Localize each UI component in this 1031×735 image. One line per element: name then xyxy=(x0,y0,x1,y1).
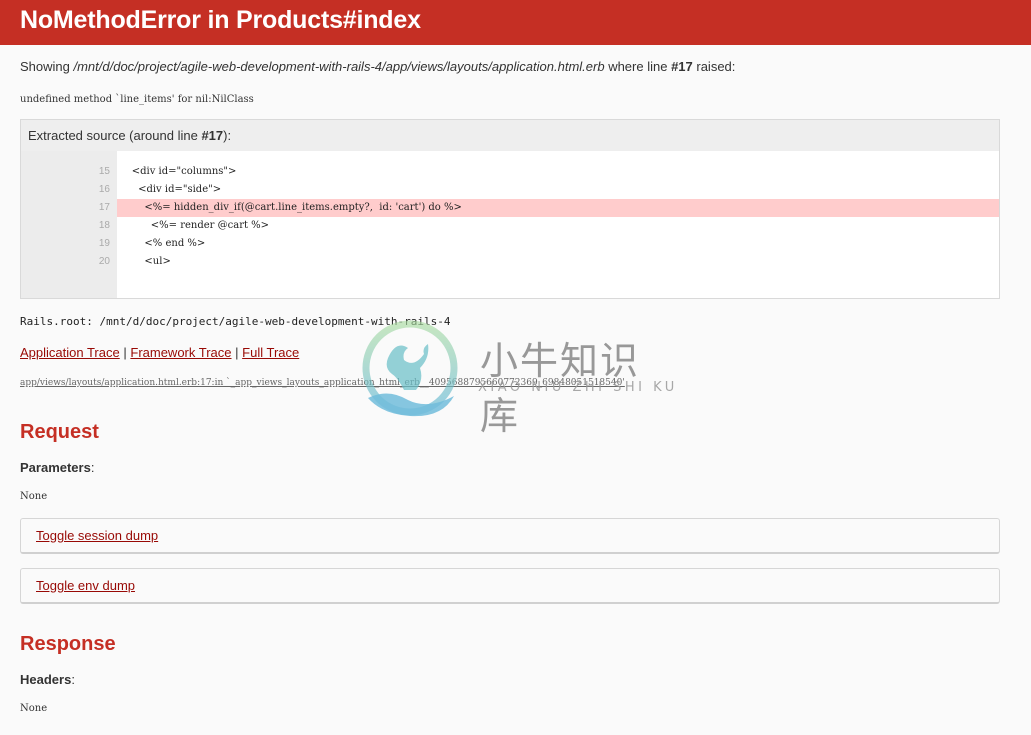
trace-links: Application Trace | Framework Trace | Fu… xyxy=(20,345,1011,361)
headers-label: Headers: xyxy=(20,672,75,687)
template-path: /mnt/d/doc/project/agile-web-development… xyxy=(73,59,605,74)
line-number: 18 xyxy=(98,220,110,231)
response-heading: Response xyxy=(20,633,116,655)
extracted-source-header: Extracted source (around line #17): xyxy=(21,120,999,151)
parameters-value: None xyxy=(20,491,48,502)
trace-separator: | xyxy=(235,345,239,360)
extracted-source: Extracted source (around line #17): 15 1… xyxy=(20,119,1000,299)
line-numbers: 15 16 17 18 19 20 xyxy=(21,151,117,298)
trace-list: app/views/layouts/application.html.erb:1… xyxy=(20,374,1011,390)
source-code: <div id="columns"> <div id="side"> <%= h… xyxy=(117,151,999,298)
showing-middle: where line xyxy=(604,59,672,74)
source-header-line: #17 xyxy=(201,128,224,143)
request-heading: Request xyxy=(20,421,99,443)
error-message: undefined method `line_items' for nil:Ni… xyxy=(20,94,254,105)
line-number: 19 xyxy=(98,238,110,249)
line-number: 20 xyxy=(98,256,110,267)
code-line: <div id="side"> xyxy=(119,184,222,195)
session-dump-box: Toggle session dump xyxy=(20,518,1000,554)
source-header-suffix: ): xyxy=(223,128,232,143)
showing-suffix: raised: xyxy=(692,59,736,74)
code-line: <div id="columns"> xyxy=(119,166,237,177)
headers-value: None xyxy=(20,703,48,714)
line-number: 15 xyxy=(98,166,110,177)
toggle-env-dump-link[interactable]: Toggle env dump xyxy=(36,578,135,593)
showing-line: Showing /mnt/d/doc/project/agile-web-dev… xyxy=(20,59,1011,75)
toggle-session-dump-link[interactable]: Toggle session dump xyxy=(36,528,158,543)
line-number: 16 xyxy=(98,184,110,195)
trace-separator: | xyxy=(123,345,127,360)
source-header-prefix: Extracted source (around line xyxy=(28,128,202,143)
rails-root: Rails.root: /mnt/d/doc/project/agile-web… xyxy=(20,315,451,328)
code-line: <ul> xyxy=(119,256,171,267)
code-line: <%= render @cart %> xyxy=(119,220,270,231)
headers-label-text: Headers xyxy=(20,672,72,687)
parameters-label-text: Parameters xyxy=(20,460,91,475)
parameters-label: Parameters: xyxy=(20,460,95,475)
trace-frame-link[interactable]: app/views/layouts/application.html.erb:1… xyxy=(20,378,625,388)
error-line-number: #17 xyxy=(671,59,693,74)
framework-trace-link[interactable]: Framework Trace xyxy=(130,345,231,360)
full-trace-link[interactable]: Full Trace xyxy=(242,345,299,360)
error-container: Showing /mnt/d/doc/project/agile-web-dev… xyxy=(0,59,1031,716)
error-title: NoMethodError in Products#index xyxy=(20,6,421,34)
source-body: 15 16 17 18 19 20 <div id="columns"> <di… xyxy=(21,151,999,298)
showing-prefix: Showing xyxy=(20,59,74,74)
line-number: 17 xyxy=(98,202,110,213)
application-trace-link[interactable]: Application Trace xyxy=(20,345,120,360)
code-line-highlighted: <%= hidden_div_if(@cart.line_items.empty… xyxy=(117,199,999,217)
error-header: NoMethodError in Products#index xyxy=(0,0,1031,45)
code-line: <% end %> xyxy=(119,238,206,249)
env-dump-box: Toggle env dump xyxy=(20,568,1000,604)
